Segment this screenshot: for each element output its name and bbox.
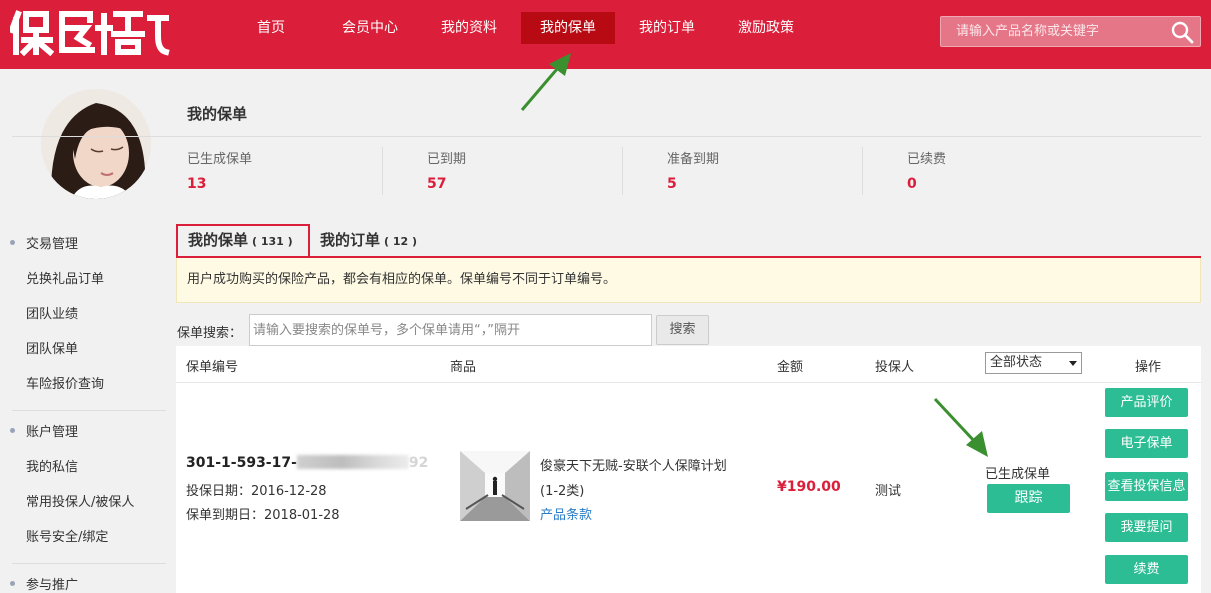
nav-incentive-policy[interactable]: 激励政策 (726, 12, 806, 44)
logo-mark (8, 10, 170, 57)
sidebar-item-gift-orders[interactable]: 兑换礼品订单 (26, 268, 104, 287)
column-amount: 金额 (777, 360, 804, 375)
policy-number-suffix: 92 (408, 455, 429, 471)
stat-divider (382, 147, 383, 195)
track-button[interactable]: 跟踪 (987, 484, 1070, 513)
policy-search-input[interactable] (249, 314, 652, 346)
ask-question-button[interactable]: 我要提问 (1105, 513, 1188, 542)
header-search-input[interactable] (941, 17, 1161, 46)
policy-status: 已生成保单 (985, 467, 1051, 482)
product-review-button[interactable]: 产品评价 (1105, 388, 1188, 417)
policy-number-prefix: 301-1-593-17- (186, 455, 297, 471)
tab-count: ( 12 ) (384, 235, 418, 248)
product-terms-link[interactable]: 产品条款 (540, 504, 592, 523)
tab-my-policies[interactable]: 我的保单( 131 ) (176, 224, 310, 256)
sidebar-item-team-performance[interactable]: 团队业绩 (26, 303, 78, 322)
sidebar-item-team-policies[interactable]: 团队保单 (26, 338, 78, 357)
policy-end-date: 保单到期日：2018-01-28 (186, 508, 340, 523)
sidebar-group-title: 参与推广 (26, 578, 79, 593)
sidebar-item-messages[interactable]: 我的私信 (26, 456, 78, 475)
site-logo[interactable] (8, 6, 170, 57)
header-search (940, 16, 1201, 47)
column-policy-no: 保单编号 (186, 360, 239, 375)
nav-home[interactable]: 首页 (239, 12, 303, 44)
stat-divider (622, 147, 623, 195)
policy-search-button[interactable]: 搜索 (656, 315, 709, 345)
sidebar-divider (12, 563, 166, 564)
nav-my-orders[interactable]: 我的订单 (627, 12, 707, 44)
sidebar-item-car-insurance-quote[interactable]: 车险报价查询 (26, 373, 104, 392)
annotation-arrow-icon (520, 53, 571, 111)
product-thumbnail[interactable] (460, 451, 530, 521)
tab-my-orders[interactable]: 我的订单( 12 ) (320, 226, 440, 258)
nav-my-profile[interactable]: 我的资料 (429, 12, 509, 44)
nav-member-center[interactable]: 会员中心 (330, 12, 410, 44)
policy-number: 301-1-593-17- 92 (186, 455, 428, 471)
notice-banner: 用户成功购买的保险产品，都会有相应的保单。保单编号不同于订单编号。 (176, 258, 1201, 303)
stat-value[interactable]: 5 (667, 176, 907, 192)
product-name[interactable]: 俊豪天下无贼-安联个人保障计划(1-2类) (540, 454, 740, 504)
stat-label: 准备到期 (667, 152, 720, 167)
column-actions: 操作 (1135, 360, 1162, 375)
chevron-down-icon (1069, 361, 1077, 366)
policy-search-label: 保单搜索： (177, 326, 243, 341)
sidebar-group-account[interactable]: 账户管理 (10, 421, 78, 440)
sidebar-divider (12, 410, 166, 411)
search-icon[interactable] (1170, 20, 1194, 44)
sidebar-group-title: 交易管理 (26, 237, 79, 252)
redacted-mask (296, 455, 409, 469)
sidebar-item-policyholders[interactable]: 常用投保人/被保人 (26, 491, 134, 510)
stat-label: 已续费 (907, 152, 947, 167)
status-filter-select[interactable]: 全部状态 (985, 352, 1082, 374)
e-policy-button[interactable]: 电子保单 (1105, 429, 1188, 458)
bullet-icon (10, 428, 15, 433)
stat-value[interactable]: 0 (907, 176, 1147, 192)
stat-generated: 已生成保单 13 (187, 148, 427, 198)
sidebar-group-title: 账户管理 (26, 425, 79, 440)
column-product: 商品 (450, 360, 477, 375)
column-insured: 投保人 (875, 360, 915, 375)
stat-value[interactable]: 57 (427, 176, 667, 192)
status-filter-value: 全部状态 (990, 355, 1043, 370)
view-insurance-info-button[interactable]: 查看投保信息 (1105, 472, 1188, 501)
stat-expired: 已到期 57 (427, 148, 667, 198)
stat-value[interactable]: 13 (187, 176, 427, 192)
stat-label: 已到期 (427, 152, 467, 167)
sidebar-group-transactions[interactable]: 交易管理 (10, 233, 78, 252)
stat-divider (862, 147, 863, 195)
bullet-icon (10, 581, 15, 586)
table-row: 301-1-593-17- 92 投保日期：2016-12-28 保单到期日：20… (176, 383, 1201, 593)
renew-button[interactable]: 续费 (1105, 555, 1188, 584)
stat-expiring: 准备到期 5 (667, 148, 907, 198)
table-header: 保单编号 商品 金额 投保人 全部状态 操作 (176, 346, 1201, 383)
divider (12, 136, 1201, 137)
stat-label: 已生成保单 (187, 152, 253, 167)
policy-start-date: 投保日期：2016-12-28 (186, 484, 327, 499)
sidebar-group-promotion[interactable]: 参与推广 (10, 574, 78, 593)
annotation-arrow-icon (933, 397, 988, 457)
policyholder-name: 测试 (875, 484, 902, 499)
bullet-icon (10, 240, 15, 245)
tab-label: 我的订单 (320, 231, 381, 249)
sidebar-item-account-security[interactable]: 账号安全/绑定 (26, 526, 108, 545)
policy-amount: ¥190.00 (777, 479, 841, 495)
avatar[interactable] (41, 89, 151, 199)
tab-count: ( 131 ) (252, 235, 293, 248)
top-header: 首页 会员中心 我的资料 我的保单 我的订单 激励政策 (0, 0, 1211, 69)
tab-label: 我的保单 (188, 231, 249, 249)
nav-my-policies[interactable]: 我的保单 (521, 12, 615, 44)
stat-renewed: 已续费 0 (907, 148, 1147, 198)
page-title: 我的保单 (187, 105, 248, 123)
